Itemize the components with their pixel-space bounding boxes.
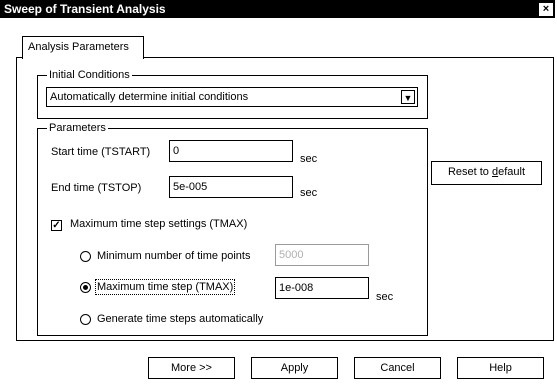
- apply-button[interactable]: Apply: [251, 357, 338, 379]
- tmax-checkbox-label: Maximum time step settings (TMAX): [70, 218, 248, 230]
- tmax-checkbox[interactable]: ✓: [51, 220, 62, 231]
- initial-conditions-value: Automatically determine initial conditio…: [50, 91, 249, 103]
- cancel-button[interactable]: Cancel: [354, 357, 441, 379]
- reset-to-default-button[interactable]: Reset to default: [431, 161, 542, 185]
- parameters-legend: Parameters: [47, 122, 108, 134]
- radio-max-step-label: Maximum time step (TMAX): [94, 279, 236, 295]
- tab-analysis-parameters[interactable]: Analysis Parameters: [22, 36, 144, 59]
- tab-panel: Initial Conditions Automatically determi…: [16, 57, 554, 341]
- max-step-input[interactable]: 1e-008: [275, 277, 369, 299]
- initial-conditions-legend: Initial Conditions: [47, 69, 132, 81]
- end-time-unit: sec: [300, 187, 318, 199]
- tab-label: Analysis Parameters: [28, 41, 129, 53]
- radio-auto[interactable]: [80, 314, 91, 325]
- end-time-input[interactable]: 5e-005: [169, 176, 293, 198]
- min-points-input[interactable]: 5000: [275, 244, 369, 266]
- chevron-down-icon[interactable]: ▼: [401, 90, 415, 104]
- reset-label-prefix: Reset to: [447, 166, 492, 178]
- radio-min-points-label: Minimum number of time points: [97, 250, 251, 262]
- dialog-window: Sweep of Transient Analysis × Analysis P…: [0, 0, 557, 391]
- start-time-unit: sec: [300, 153, 318, 165]
- title-bar: Sweep of Transient Analysis ×: [0, 0, 555, 18]
- help-button[interactable]: Help: [457, 357, 544, 379]
- start-time-label: Start time (TSTART): [51, 146, 151, 158]
- window-title: Sweep of Transient Analysis: [4, 2, 166, 16]
- end-time-label: End time (TSTOP): [51, 182, 142, 194]
- close-icon[interactable]: ×: [538, 2, 554, 17]
- radio-max-step[interactable]: [80, 282, 91, 293]
- radio-auto-label: Generate time steps automatically: [97, 313, 264, 325]
- more-button[interactable]: More >>: [148, 357, 235, 379]
- start-time-input[interactable]: 0: [169, 140, 293, 162]
- max-step-unit: sec: [376, 291, 394, 303]
- reset-label-suffix: efault: [498, 166, 526, 178]
- initial-conditions-select[interactable]: Automatically determine initial conditio…: [46, 87, 418, 107]
- radio-min-points[interactable]: [80, 251, 91, 262]
